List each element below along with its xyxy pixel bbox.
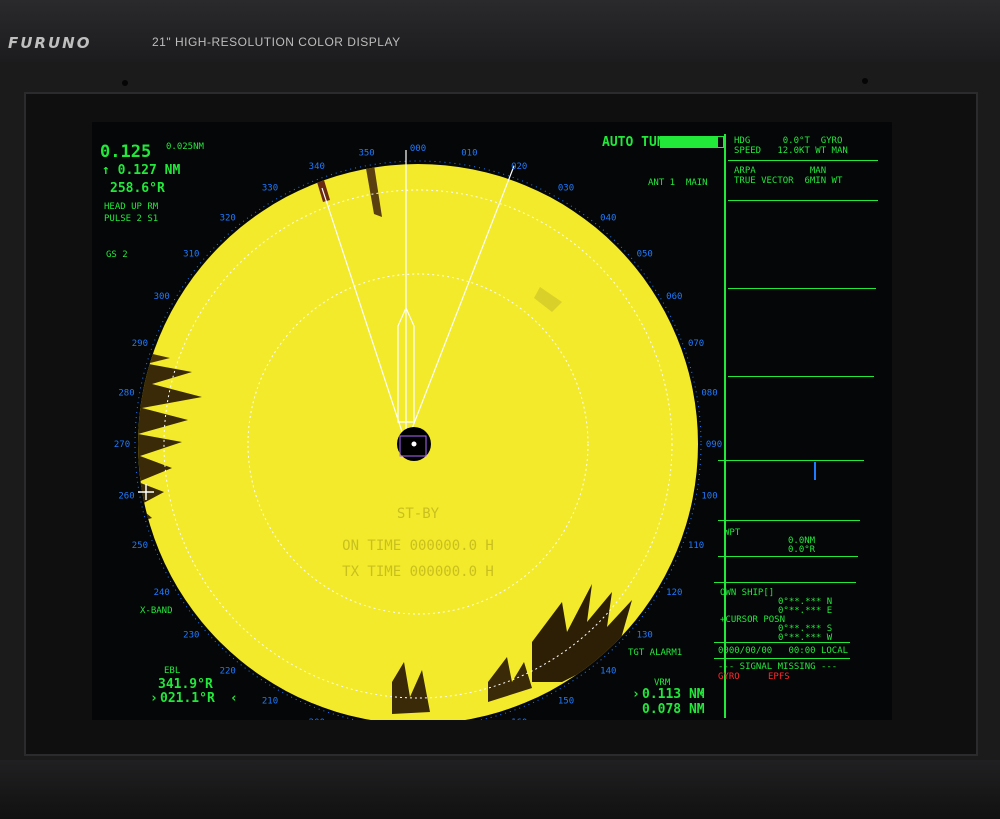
bearing-label-060: 060 [666,292,682,302]
bearing-label-010: 010 [461,149,477,159]
bearing-label-100: 100 [701,491,717,501]
chevron-left-icon[interactable]: ‹ [230,692,238,705]
bearing-label-020: 020 [511,162,527,172]
screw-icon [862,78,868,84]
bearing-label-250: 250 [132,541,148,551]
heading-readout: HDG 0.0°T GYRO [734,136,843,146]
arpa-mode[interactable]: ARPA MAN [734,166,826,176]
bearing-label-290: 290 [132,339,148,349]
bearing-label-110: 110 [688,541,704,551]
vrm1-value[interactable]: 0.113 NM [642,688,705,701]
brand-logo: FURUNO [8,34,92,52]
bearing-label-280: 280 [118,389,134,399]
standby-on-time: ON TIME 000000.0 H [342,538,494,554]
standby-tx-time: TX TIME 000000.0 H [342,564,494,580]
bearing-label-080: 080 [701,389,717,399]
bearing-label-310: 310 [183,250,199,260]
bearing-label-270: 270 [114,440,130,450]
panel-separator [714,642,850,643]
screw-icon [122,80,128,86]
wpt-label: WPT [724,528,741,538]
gyro-alarm: GYRO [718,672,740,682]
panel-separator [728,288,876,289]
bearing-label-200: 200 [309,718,325,720]
bearing-label-320: 320 [220,213,236,223]
panel-separator [728,160,878,161]
bearing-label-130: 130 [637,630,653,640]
band-label: X-BAND [140,606,173,616]
ebl2-value[interactable]: 021.1°R [160,692,215,705]
panel-separator [718,520,860,521]
bearing-label-220: 220 [220,667,236,677]
bearing-label-210: 210 [262,696,278,706]
bearing-label-240: 240 [154,588,170,598]
vrm1-readout: ↑ 0.127 NM [102,163,181,178]
ebl1-readout: 258.6°R [110,181,165,196]
panel-divider [724,134,726,718]
panel-separator [718,460,864,461]
chevron-right-icon[interactable]: › [632,688,640,701]
panel-separator [728,376,874,377]
panel-separator [714,658,850,659]
bearing-label-050: 050 [637,250,653,260]
gain-status: GS 2 [106,250,128,260]
bearing-label-230: 230 [183,630,199,640]
cursor-position-label: +CURSOR POSN [720,615,786,625]
radar-ppi[interactable]: ST-BY ON TIME 000000.0 H TX TIME 000000.… [92,122,892,720]
tune-bar-fill [661,137,719,147]
bearing-label-000: 000 [410,144,426,154]
monitor-bottom-bezel [0,760,1000,819]
bearing-label-120: 120 [666,588,682,598]
radar-screen[interactable]: ST-BY ON TIME 000000.0 H TX TIME 000000.… [92,122,892,720]
bearing-label-300: 300 [154,292,170,302]
bearing-label-090: 090 [706,440,722,450]
pulse-length[interactable]: PULSE 2 S1 [104,214,158,224]
target-alarm[interactable]: TGT ALARM1 [628,648,682,658]
orientation-mode[interactable]: HEAD UP RM [104,202,158,212]
range-value[interactable]: 0.125 [100,144,151,161]
vector-mode[interactable]: TRUE VECTOR 6MIN WT [734,176,842,186]
bearing-label-260: 260 [118,491,134,501]
own-ship-label: OWN SHIP[] [720,588,775,598]
panel-separator [718,556,858,557]
bearing-label-030: 030 [558,184,574,194]
bearing-label-040: 040 [600,213,616,223]
antenna-select[interactable]: ANT 1 MAIN [648,178,708,188]
signal-missing-title: --- SIGNAL MISSING --- [718,662,838,672]
epfs-alarm: EPFS [768,672,790,682]
range-ring-interval: 0.025NM [166,142,204,152]
own-ship-lon: 0°**.*** E [778,606,833,616]
own-ship-dot [411,441,417,447]
vrm2-value[interactable]: 0.078 NM [642,703,705,716]
bearing-label-140: 140 [600,667,616,677]
bearing-label-070: 070 [688,339,704,349]
chevron-right-icon[interactable]: › [150,692,158,705]
monitor-top-bezel [0,0,1000,62]
ebl-label: EBL [164,666,181,676]
panel-separator [714,582,856,583]
model-label: 21" HIGH-RESOLUTION COLOR DISPLAY [152,35,401,49]
ebl1-value[interactable]: 341.9°R [158,678,213,691]
panel-separator [728,200,878,201]
bearing-label-160: 160 [511,718,527,720]
wpt-bearing: 0.0°R [788,545,816,555]
bearing-label-330: 330 [262,184,278,194]
date-time: 0000/00/00 00:00 LOCAL [718,646,849,656]
chevron-left-icon[interactable]: ‹ [698,688,706,701]
standby-title: ST-BY [397,506,440,522]
bearing-label-150: 150 [558,696,574,706]
bearing-label-340: 340 [309,162,325,172]
speed-readout[interactable]: SPEED 12.0KT WT MAN [734,146,848,156]
blue-marker [814,462,816,480]
bearing-label-350: 350 [358,149,374,159]
tune-bar [660,136,724,148]
